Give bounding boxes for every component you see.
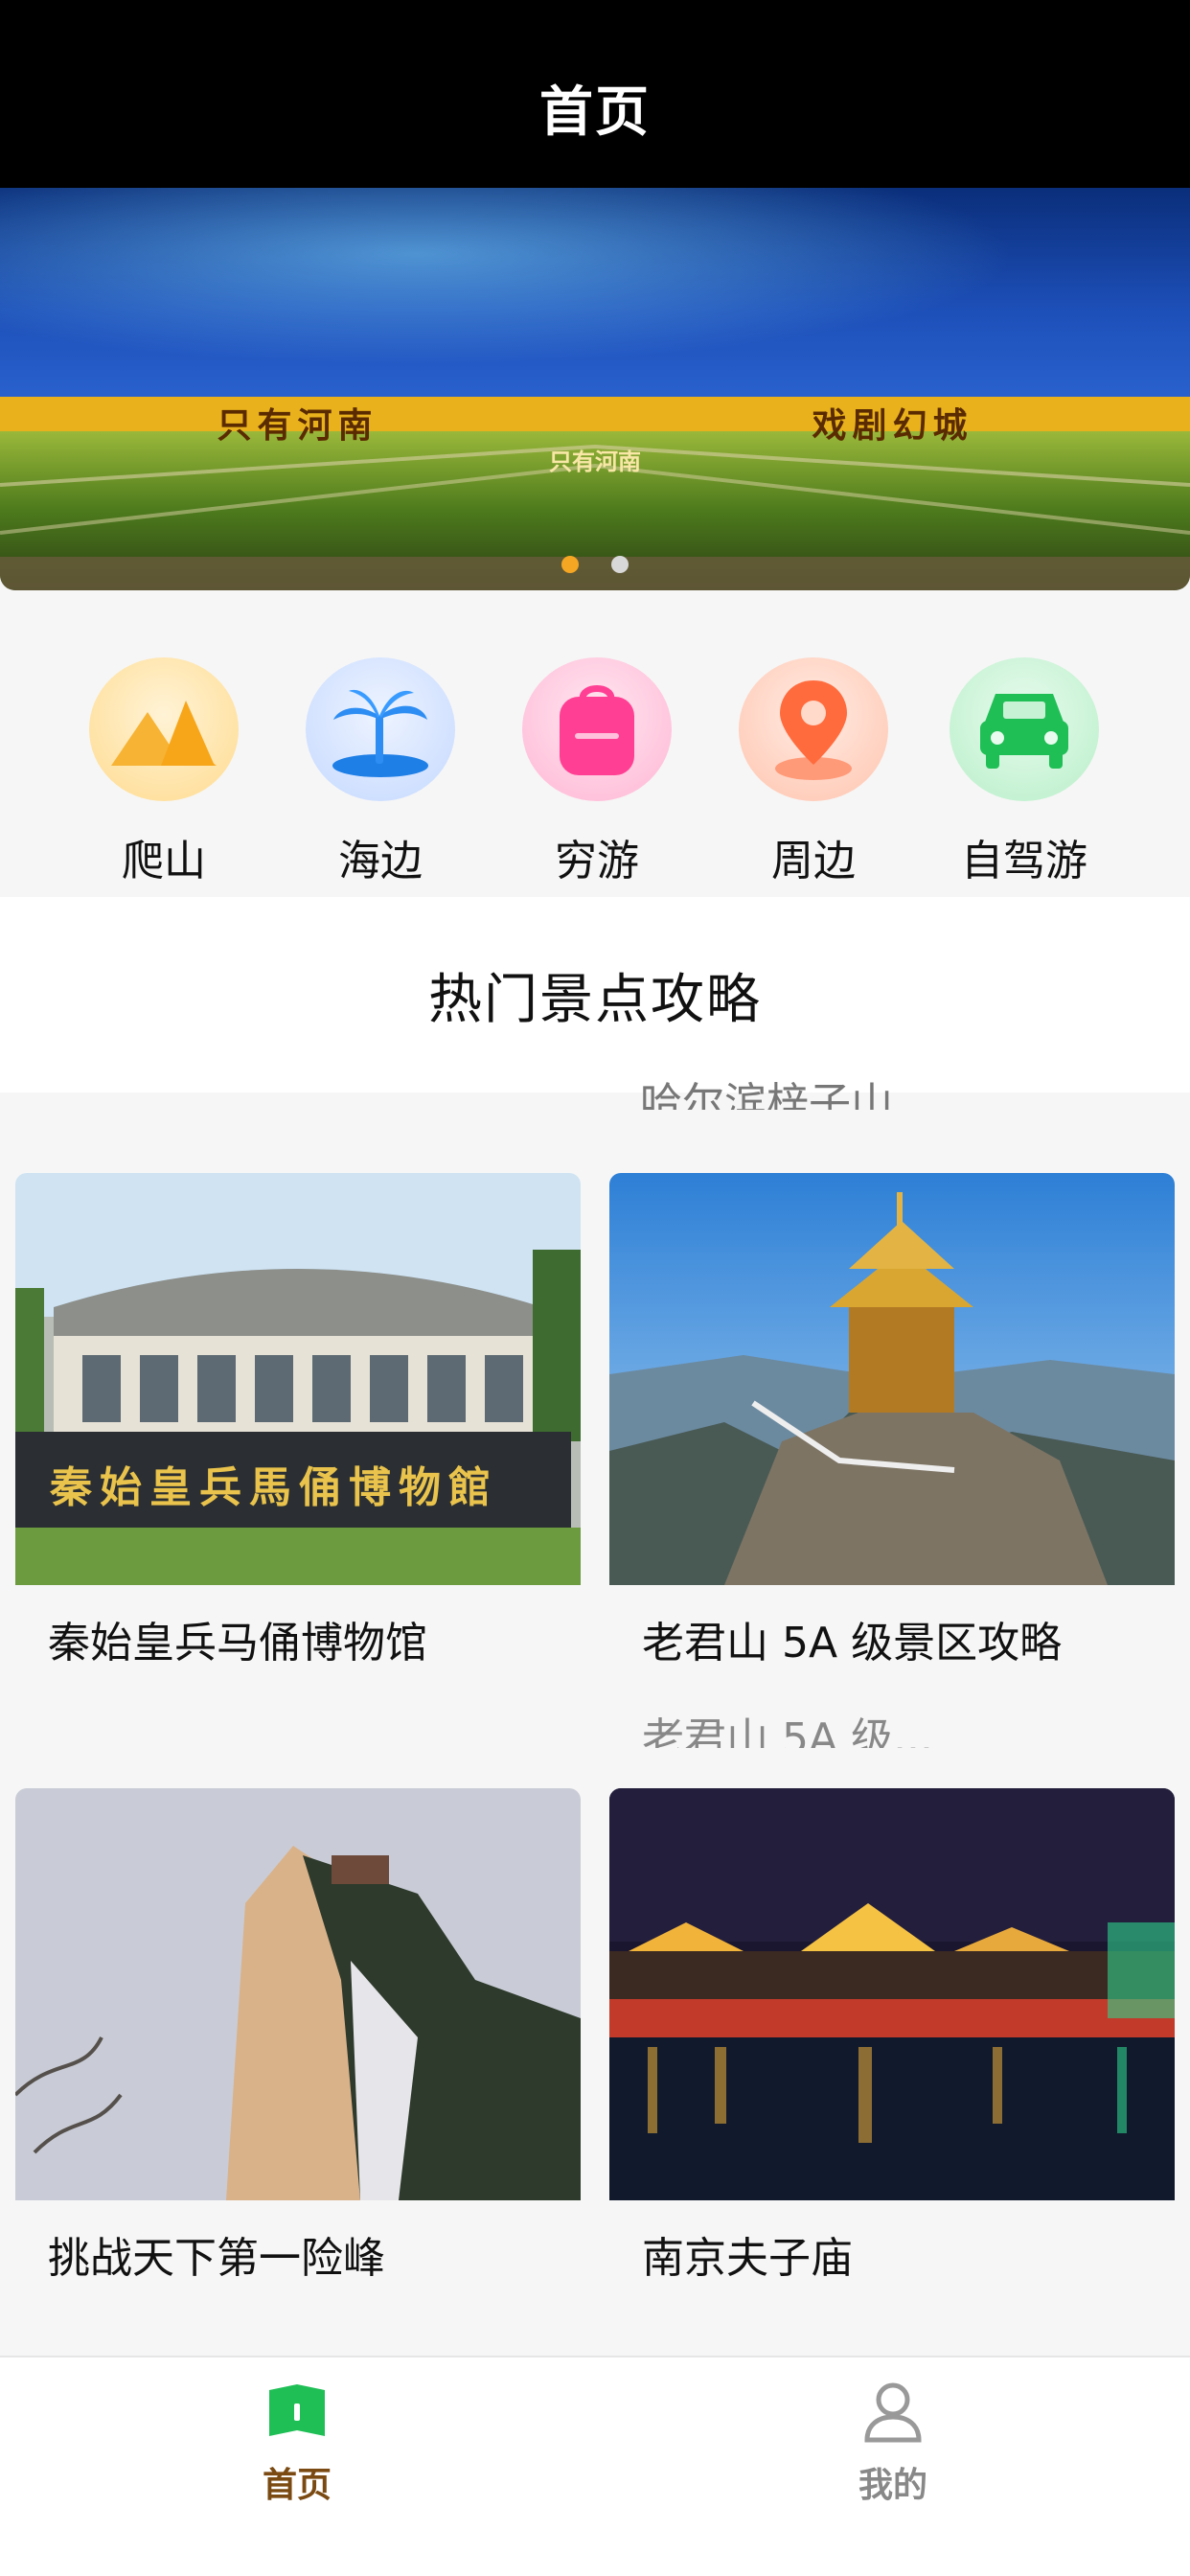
banner-image (0, 188, 1190, 590)
category-seaside[interactable]: 海边 (289, 657, 471, 887)
category-self-drive[interactable]: 自驾游 (933, 657, 1115, 887)
huashan-cliff-photo (15, 1788, 581, 2200)
carousel-indicator[interactable] (0, 556, 1190, 573)
car-icon (950, 657, 1099, 801)
tab-label: 我的 (858, 2466, 927, 2505)
attraction-card[interactable]: 南京夫子庙 (609, 1788, 1175, 2306)
user-icon (864, 2382, 922, 2443)
banner-text-left: 只有河南 (217, 406, 378, 446)
palm-island-icon (306, 657, 455, 801)
banner-text-center: 只有河南 (549, 448, 641, 475)
top-bar: 首页 (0, 0, 1190, 188)
confucius-temple-night-photo (609, 1788, 1175, 2200)
attraction-card[interactable]: 老君山 5A 级景区攻略 老君山 5A 级... (609, 1173, 1175, 1748)
bottom-tab-bar: 首页 我的 (0, 2356, 1190, 2576)
banner-headline: 只有河南 戏剧幻城 (0, 403, 1190, 446)
page-title: 首页 (539, 80, 651, 144)
terracotta-museum-photo: 秦始皇兵馬俑博物館 (15, 1173, 581, 1585)
section-header: 热门景点攻略 (0, 897, 1190, 1092)
category-label: 自驾游 (961, 837, 1087, 886)
location-pin-icon (739, 657, 888, 801)
category-budget-travel[interactable]: 穷游 (506, 657, 688, 887)
tab-profile[interactable]: 我的 (749, 2380, 1037, 2524)
tab-home[interactable]: 首页 (153, 2380, 441, 2524)
carousel-dot[interactable] (611, 556, 629, 573)
carousel-dot-active[interactable] (561, 556, 579, 573)
clipped-card-title: 哈尔滨梓子山 (640, 1079, 893, 1110)
category-label: 周边 (771, 837, 856, 886)
map-book-icon (269, 2384, 325, 2436)
mountain-icon (89, 657, 239, 801)
laojun-mountain-photo (609, 1173, 1175, 1585)
museum-sign-text: 秦始皇兵馬俑博物館 (50, 1463, 498, 1512)
banner-text-right: 戏剧幻城 (812, 406, 973, 446)
category-nearby[interactable]: 周边 (722, 657, 904, 887)
category-label: 爬山 (122, 837, 206, 886)
card-title: 挑战天下第一险峰 (48, 2234, 385, 2283)
category-label: 海边 (338, 837, 423, 886)
attraction-card[interactable]: 挑战天下第一险峰 (15, 1788, 581, 2306)
section-title: 热门景点攻略 (428, 968, 762, 1031)
category-row: 爬山 海边 穷游 周边 自驾游 (0, 590, 1190, 897)
card-title: 老君山 5A 级景区攻略 (642, 1619, 1063, 1668)
backpack-icon (522, 657, 672, 801)
card-title: 秦始皇兵马俑博物馆 (48, 1619, 427, 1668)
tab-label: 首页 (262, 2466, 332, 2505)
card-subtitle: 老君山 5A 级... (642, 1714, 934, 1748)
category-climbing[interactable]: 爬山 (73, 657, 255, 887)
category-label: 穷游 (555, 837, 639, 886)
banner-carousel[interactable]: 只有河南 戏剧幻城 只有河南 (0, 188, 1190, 590)
attraction-card[interactable]: 秦始皇兵馬俑博物館 秦始皇兵马俑博物馆 (15, 1173, 581, 1729)
card-title: 南京夫子庙 (642, 2234, 853, 2283)
